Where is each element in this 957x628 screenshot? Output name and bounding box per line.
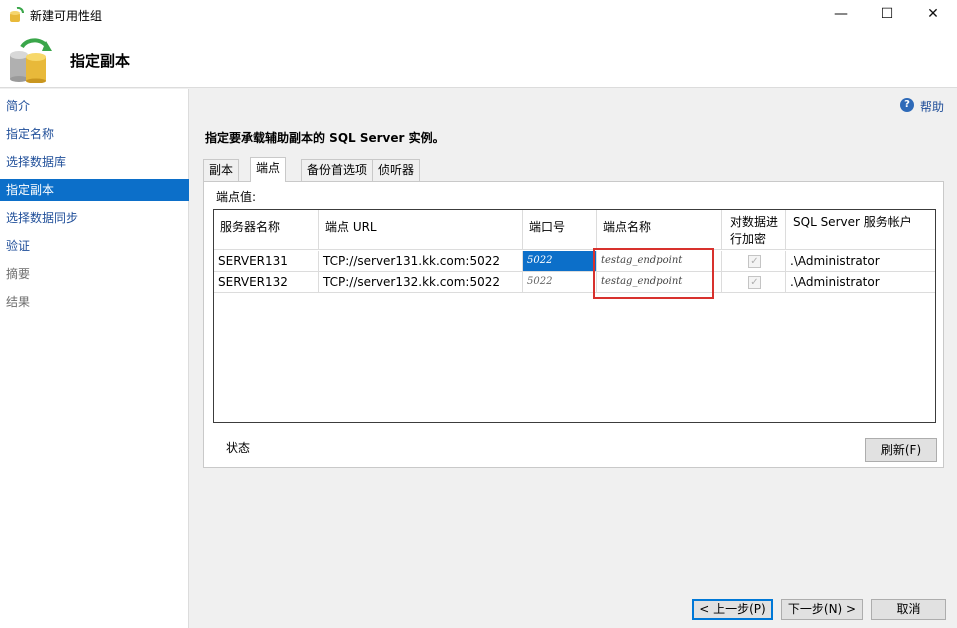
- next-button[interactable]: 下一步(N) >: [781, 599, 863, 620]
- minimize-button[interactable]: —: [818, 0, 864, 30]
- table-cell-url: TCP://server131.kk.com:5022: [319, 251, 523, 272]
- table-cell-url: TCP://server132.kk.com:5022: [319, 272, 523, 293]
- database-sync-icon: [10, 38, 52, 83]
- column-header-server[interactable]: 服务器名称: [214, 210, 319, 250]
- sidebar-item-results: 结果: [6, 295, 31, 309]
- help-icon: ?: [900, 98, 914, 112]
- column-header-service-account[interactable]: SQL Server 服务帐户: [786, 210, 935, 250]
- sidebar-item-summary: 摘要: [6, 267, 31, 281]
- sidebar-item-validation[interactable]: 验证: [0, 235, 189, 257]
- availability-group-icon: [10, 7, 24, 22]
- page-title: 指定副本: [70, 52, 131, 70]
- page-header: 指定副本: [0, 30, 957, 88]
- port-number-input[interactable]: 5022: [523, 272, 597, 293]
- highlight-annotation: [593, 248, 714, 299]
- sidebar-item-specify-name[interactable]: 指定名称: [0, 123, 189, 145]
- port-number-input[interactable]: 5022: [523, 251, 597, 272]
- cancel-button[interactable]: 取消: [871, 599, 946, 620]
- sidebar-item-specify-replicas[interactable]: 指定副本: [0, 179, 189, 201]
- column-header-endpoint-name[interactable]: 端点名称: [597, 210, 722, 250]
- window-title: 新建可用性组: [30, 9, 103, 23]
- maximize-button[interactable]: ☐: [864, 0, 910, 30]
- endpoint-values-label: 端点值:: [216, 190, 257, 204]
- column-header-url[interactable]: 端点 URL: [319, 210, 523, 250]
- encrypt-checkbox[interactable]: ✓: [748, 255, 761, 268]
- encrypt-cell: ✓: [722, 251, 786, 272]
- close-button[interactable]: ✕: [910, 0, 956, 30]
- sidebar-item-intro[interactable]: 简介: [0, 95, 189, 117]
- table-cell-account: .\Administrator: [786, 272, 935, 293]
- instruction-text: 指定要承载辅助副本的 SQL Server 实例。: [205, 131, 445, 145]
- table-cell-server: SERVER132: [214, 272, 319, 293]
- tab-endpoints[interactable]: 端点: [250, 157, 287, 182]
- sidebar-item-select-databases[interactable]: 选择数据库: [0, 151, 189, 173]
- table-cell-account: .\Administrator: [786, 251, 935, 272]
- title-bar: 新建可用性组 — ☐ ✕: [0, 0, 957, 30]
- wizard-sidebar: 简介 指定名称 选择数据库 指定副本 选择数据同步 验证 摘要 结果: [0, 89, 189, 628]
- table-cell-server: SERVER131: [214, 251, 319, 272]
- endpoints-grid[interactable]: 服务器名称 端点 URL 端口号 端点名称 对数据进行加密 SQL Server…: [213, 209, 936, 423]
- status-label: 状态: [226, 441, 251, 455]
- encrypt-cell: ✓: [722, 272, 786, 293]
- refresh-button[interactable]: 刷新(F): [865, 438, 937, 462]
- tab-replicas[interactable]: 副本: [203, 159, 240, 181]
- encrypt-checkbox[interactable]: ✓: [748, 276, 761, 289]
- help-label: 帮助: [920, 100, 945, 114]
- endpoints-panel: 端点值: 服务器名称 端点 URL 端口号 端点名称 对数据进行加密 SQL S…: [203, 181, 944, 468]
- previous-button[interactable]: < 上一步(P): [692, 599, 773, 620]
- tab-listener[interactable]: 侦听器: [372, 159, 421, 181]
- sidebar-item-data-sync[interactable]: 选择数据同步: [0, 207, 189, 229]
- tab-backup-preferences[interactable]: 备份首选项: [301, 159, 374, 181]
- column-header-encrypt[interactable]: 对数据进行加密: [722, 210, 786, 250]
- column-header-port[interactable]: 端口号: [523, 210, 597, 250]
